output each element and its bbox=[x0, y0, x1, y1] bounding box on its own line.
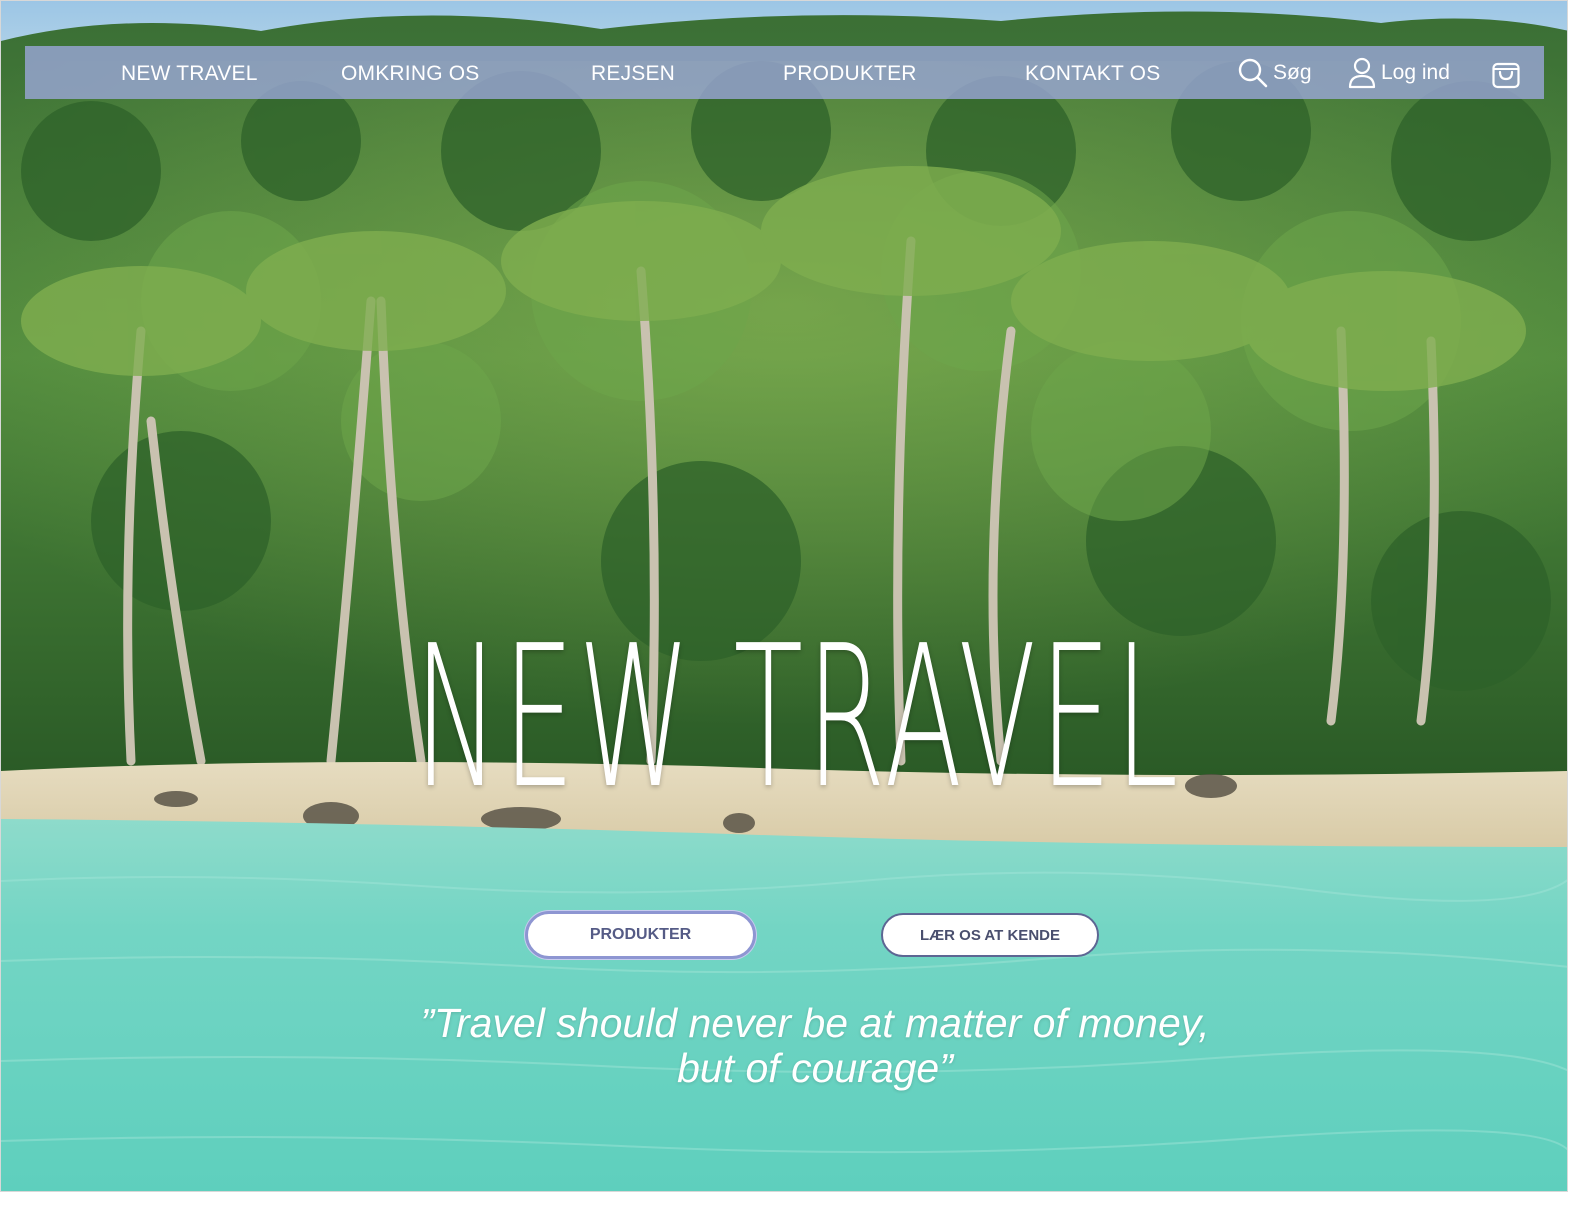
hero-quote-line-1: ”Travel should never be at matter of mon… bbox=[420, 1000, 1210, 1046]
cart-icon bbox=[1491, 57, 1521, 89]
hero-quote-line-2: but of courage” bbox=[677, 1045, 953, 1091]
cart-button[interactable] bbox=[1491, 46, 1521, 99]
hero-quote: ”Travel should never be at matter of mon… bbox=[335, 1001, 1295, 1091]
top-navbar: NEW TRAVEL OMKRING OS REJSEN PRODUKTER K… bbox=[25, 46, 1544, 99]
page-frame: NEW TRAVEL OMKRING OS REJSEN PRODUKTER K… bbox=[0, 0, 1568, 1192]
search-button[interactable]: Søg bbox=[1237, 46, 1312, 99]
search-icon bbox=[1237, 57, 1269, 89]
login-button[interactable]: Log ind bbox=[1348, 46, 1450, 99]
search-label: Søg bbox=[1273, 60, 1312, 84]
login-label: Log ind bbox=[1381, 60, 1450, 84]
hero-title: NEW TRAVEL bbox=[414, 604, 1182, 832]
nav-link-omkring-os[interactable]: OMKRING OS bbox=[341, 46, 480, 99]
laer-os-at-kende-button[interactable]: LÆR OS AT KENDE bbox=[881, 913, 1099, 957]
nav-link-produkter[interactable]: PRODUKTER bbox=[783, 46, 917, 99]
produkter-button[interactable]: PRODUKTER bbox=[525, 911, 756, 959]
user-icon bbox=[1348, 57, 1376, 89]
nav-link-new-travel[interactable]: NEW TRAVEL bbox=[121, 46, 258, 99]
nav-link-rejsen[interactable]: REJSEN bbox=[591, 46, 675, 99]
nav-link-kontakt-os[interactable]: KONTAKT OS bbox=[1025, 46, 1160, 99]
